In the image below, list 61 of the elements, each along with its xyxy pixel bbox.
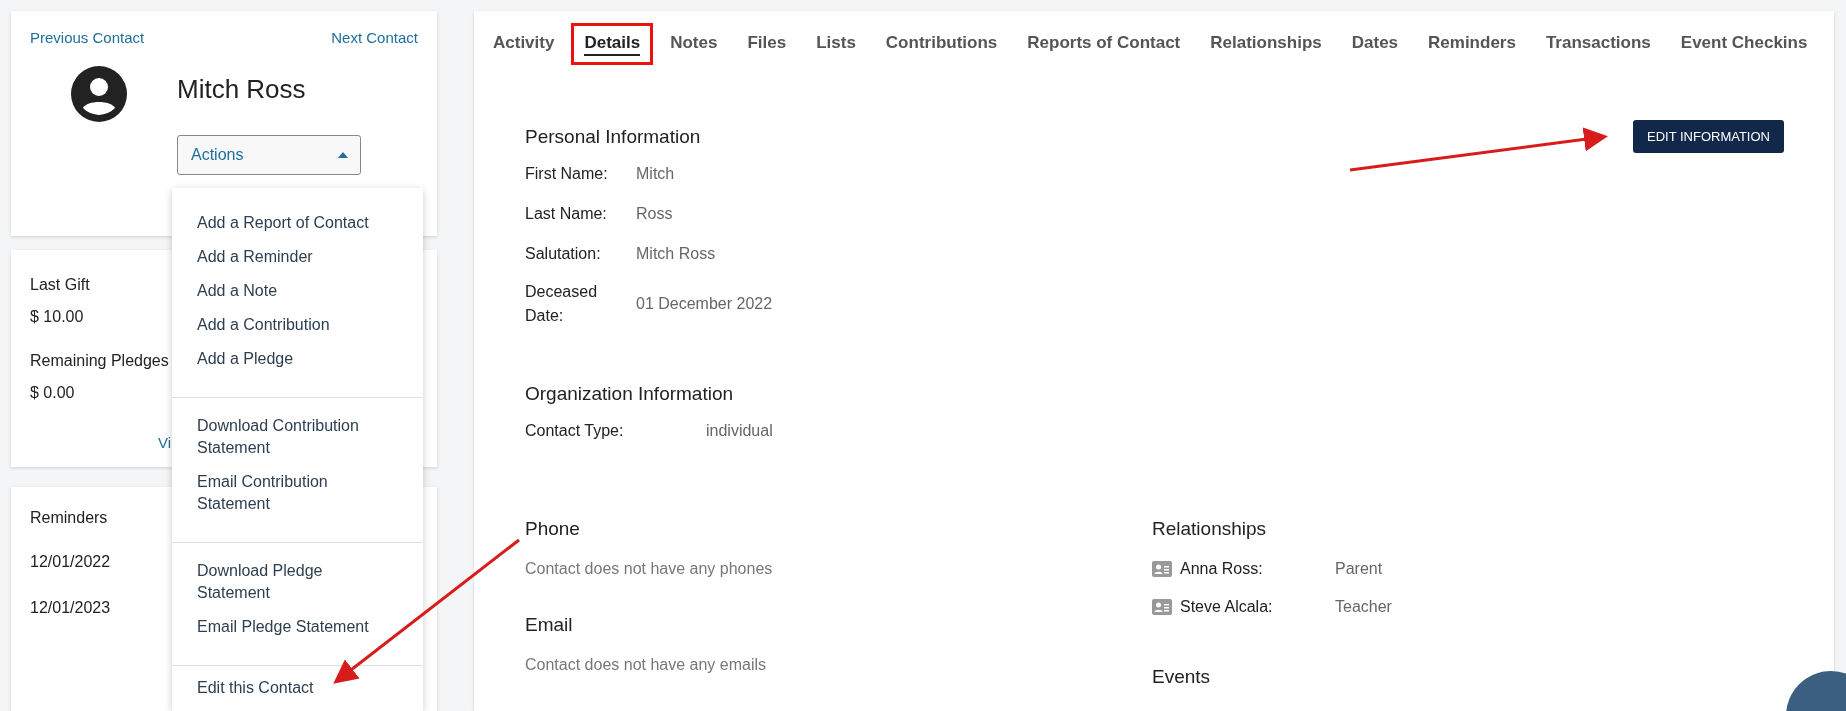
actions-dropdown[interactable]: Actions bbox=[177, 135, 361, 175]
remaining-pledges-label: Remaining Pledges bbox=[30, 351, 169, 370]
reminders-title: Reminders bbox=[30, 508, 108, 527]
tab[interactable]: Reminders bbox=[1415, 23, 1529, 65]
contact-name: Mitch Ross bbox=[177, 74, 307, 105]
user-avatar-icon bbox=[71, 66, 127, 122]
contact-card-icon bbox=[1152, 599, 1172, 615]
field-value: individual bbox=[706, 422, 773, 440]
menu-item[interactable]: Add a Reminder bbox=[197, 246, 313, 268]
section-title: Personal Information bbox=[525, 126, 701, 148]
menu-item[interactable]: Add a Pledge bbox=[197, 348, 294, 370]
next-contact-link[interactable]: Next Contact bbox=[331, 29, 418, 46]
contact-card-icon bbox=[1152, 561, 1172, 577]
field-label: Deceased Date: bbox=[525, 282, 599, 326]
reminder-date: 12/01/2023 bbox=[30, 598, 111, 617]
tab[interactable]: Details bbox=[571, 23, 654, 65]
field-value: Mitch Ross bbox=[636, 245, 716, 263]
menu-item[interactable]: Edit this Contact bbox=[197, 677, 314, 699]
field-label: Last Name: bbox=[525, 204, 608, 224]
field-label: Contact Type: bbox=[525, 421, 625, 441]
previous-contact-link[interactable]: Previous Contact bbox=[30, 29, 145, 46]
tab[interactable]: Contributions bbox=[872, 23, 1011, 65]
section-title: Relationships bbox=[1152, 518, 1267, 540]
menu-item[interactable]: Add a Contribution bbox=[197, 314, 330, 336]
tab[interactable]: Notes bbox=[657, 23, 731, 65]
field-value: Ross bbox=[636, 205, 673, 223]
field-label: Salutation: bbox=[525, 244, 602, 264]
menu-item[interactable]: Add a Report of Contact bbox=[197, 212, 369, 234]
field-label: First Name: bbox=[525, 164, 609, 184]
empty-message: Contact does not have any emails bbox=[525, 656, 767, 674]
menu-item[interactable]: Download Pledge Statement bbox=[197, 560, 378, 604]
tab[interactable]: Files bbox=[734, 23, 800, 65]
relationship-name: Anna Ross: bbox=[1180, 560, 1264, 578]
last-gift-amount: $ 10.00 bbox=[30, 307, 84, 326]
tab[interactable]: Dates bbox=[1338, 23, 1412, 65]
tab[interactable]: Lists bbox=[803, 23, 869, 65]
edit-information-button[interactable]: EDIT INFORMATION bbox=[1632, 120, 1784, 153]
view-link[interactable]: Vi bbox=[158, 433, 172, 451]
section-title: Phone bbox=[525, 518, 580, 540]
tab[interactable]: Reports of Contact bbox=[1014, 23, 1194, 65]
menu-item[interactable]: Email Pledge Statement bbox=[197, 616, 369, 638]
remaining-pledges-amount: $ 0.00 bbox=[30, 383, 75, 402]
last-gift-label: Last Gift bbox=[30, 275, 90, 294]
menu-item[interactable]: Add a Note bbox=[197, 280, 278, 302]
relationship-role: Parent bbox=[1335, 560, 1383, 578]
tab[interactable]: Transactions bbox=[1532, 23, 1664, 65]
field-value: 01 December 2022 bbox=[636, 295, 773, 313]
empty-message: Contact does not have any phones bbox=[525, 560, 773, 578]
field-value: Mitch bbox=[636, 165, 675, 183]
caret-icon bbox=[338, 152, 348, 158]
menu-item[interactable]: Download Contribution Statement bbox=[197, 415, 378, 459]
section-title: Organization Information bbox=[525, 383, 734, 405]
menu-item[interactable]: Email Contribution Statement bbox=[197, 471, 378, 515]
section-title: Events bbox=[1152, 666, 1211, 688]
tab[interactable]: Activity bbox=[480, 23, 568, 65]
relationship-role: Teacher bbox=[1335, 598, 1392, 616]
reminder-date: 12/01/2022 bbox=[30, 552, 111, 571]
section-title: Email bbox=[525, 614, 573, 636]
tab[interactable]: Event Checkins bbox=[1667, 23, 1821, 65]
tab[interactable]: Relationships bbox=[1197, 23, 1335, 65]
relationship-name: Steve Alcala: bbox=[1180, 598, 1274, 616]
